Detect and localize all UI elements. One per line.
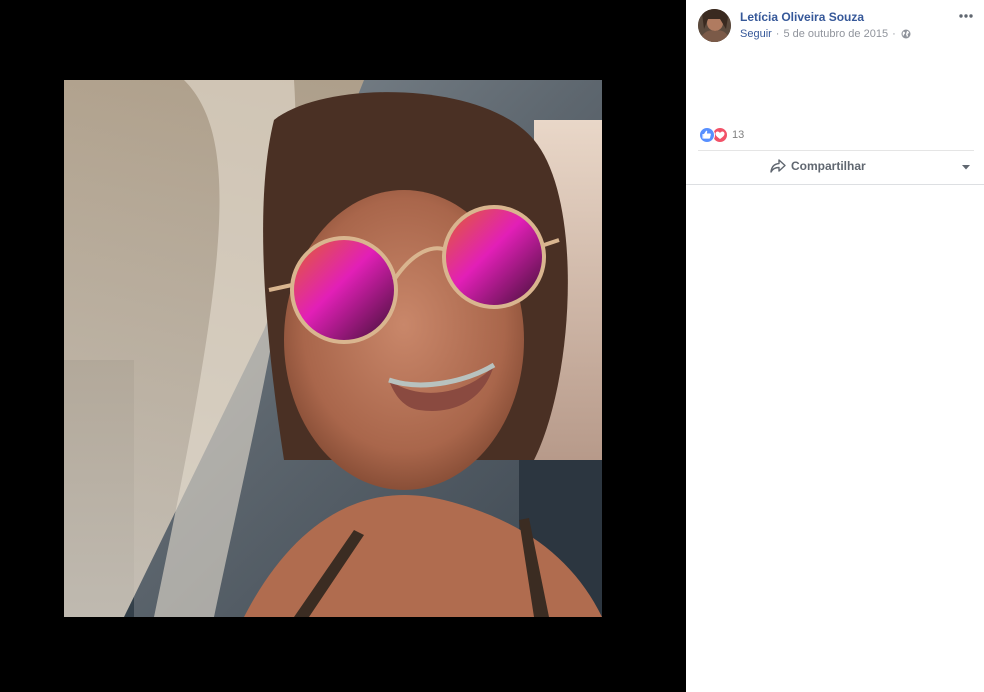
caret-down-icon[interactable] xyxy=(960,161,972,173)
meta-separator: · xyxy=(775,28,780,40)
photo-viewer xyxy=(0,0,685,692)
globe-icon[interactable] xyxy=(901,29,911,39)
avatar-image xyxy=(698,9,731,42)
avatar[interactable] xyxy=(698,9,731,42)
post-author-name[interactable]: Letícia Oliveira Souza xyxy=(740,10,864,24)
post-meta: Seguir · 5 de outubro de 2015 · xyxy=(740,28,911,40)
follow-link[interactable]: Seguir xyxy=(740,28,772,40)
divider xyxy=(686,184,984,185)
selfie-image xyxy=(64,80,602,617)
post-date[interactable]: 5 de outubro de 2015 xyxy=(783,28,888,40)
divider xyxy=(698,150,974,151)
reaction-count[interactable]: 13 xyxy=(732,129,744,141)
like-reaction-icon xyxy=(699,127,715,143)
meta-separator: · xyxy=(892,28,896,40)
share-button[interactable]: Compartilhar xyxy=(770,159,866,173)
share-label: Compartilhar xyxy=(791,159,866,173)
share-arrow-icon xyxy=(770,159,786,173)
more-options-icon[interactable] xyxy=(958,8,974,24)
post-side-panel: Letícia Oliveira Souza Seguir · 5 de out… xyxy=(686,0,984,692)
post-photo[interactable] xyxy=(64,80,602,617)
reactions-summary[interactable]: 13 xyxy=(699,127,744,143)
